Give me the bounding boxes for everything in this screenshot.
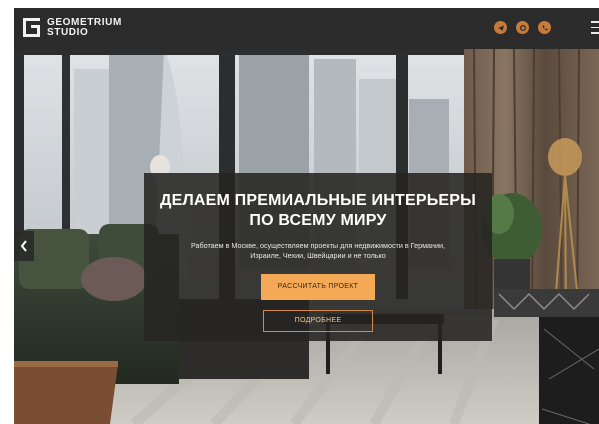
more-details-button[interactable]: ПОДРОБНЕЕ [263,310,373,332]
viber-icon[interactable] [516,21,529,34]
hero-subtitle: Работаем в Москве, осуществляем проекты … [158,241,478,261]
hero-subtitle-line-2: Израиле, Чехии, Швейцарии и не только [250,251,386,260]
hero-subtitle-line-1: Работаем в Москве, осуществляем проекты … [190,241,446,250]
chevron-left-icon [20,240,27,252]
hero-title-line-2: ПО ВСЕМУ МИРУ [249,212,387,229]
logo[interactable]: GEOMETRIUM STUDIO [22,17,122,38]
logo-line-2: STUDIO [47,26,89,38]
website-frame: GEOMETRIUM STUDIO ДЕЛАЕМ ПРЕМИАЛЬНЫЕ ИНТ [14,8,599,424]
site-header: GEOMETRIUM STUDIO [14,8,599,49]
phone-icon[interactable] [538,21,551,34]
logo-text: GEOMETRIUM STUDIO [47,16,122,38]
hero-title: ДЕЛАЕМ ПРЕМИАЛЬНЫЕ ИНТЕРЬЕРЫ ПО ВСЕМУ МИ… [144,191,492,231]
telegram-icon[interactable] [494,21,507,34]
logo-mark-icon [23,18,40,37]
logo-line-1: GEOMETRIUM [47,16,122,28]
calculate-project-button[interactable]: РАССЧИТАТЬ ПРОЕКТ [261,274,375,300]
hamburger-menu-icon[interactable] [591,21,599,35]
social-links [494,21,560,34]
hero-box: ДЕЛАЕМ ПРЕМИАЛЬНЫЕ ИНТЕРЬЕРЫ ПО ВСЕМУ МИ… [144,173,492,341]
hero-title-line-1: ДЕЛАЕМ ПРЕМИАЛЬНЫЕ ИНТЕРЬЕРЫ [159,192,477,209]
slider-prev-arrow[interactable] [14,231,34,261]
